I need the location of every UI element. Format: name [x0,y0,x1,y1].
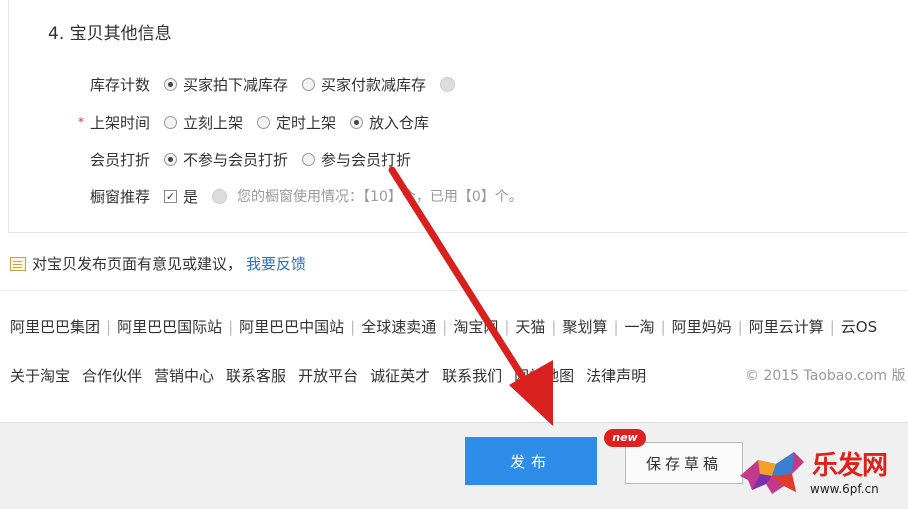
footer-group-link[interactable]: 云OS [841,318,877,336]
footer-site-link[interactable]: 网站地图 [514,367,574,385]
footer-site-link[interactable]: 联系客服 [226,367,286,385]
footer-group-link[interactable]: 阿里云计算 [749,318,824,336]
listing-time-row: * 上架时间 立刻上架 定时上架 放入仓库 [78,110,443,134]
listing-time-label: 上架时间 [90,113,151,132]
watermark-name: 乐发网 [812,451,888,481]
inventory-option-order[interactable]: 买家拍下减库存 [164,74,288,95]
footer-group-link[interactable]: 聚划算 [562,318,607,336]
radio-icon[interactable] [302,152,316,166]
radio-icon[interactable] [257,115,271,129]
footer-site-link[interactable]: 诚征英才 [370,367,430,385]
feedback-link[interactable]: 我要反馈 [246,253,306,274]
footer-group-link[interactable]: 天猫 [515,318,545,336]
link-separator: | [106,318,112,336]
help-icon[interactable] [212,188,228,204]
link-separator: | [660,318,666,336]
radio-icon[interactable] [164,115,178,129]
member-discount-row: 会员打折 不参与会员打折 参与会员打折 [90,147,425,171]
section-title: 4. 宝贝其他信息 [48,24,172,44]
inventory-option-payment[interactable]: 买家付款减库存 [302,74,426,95]
listing-option-warehouse[interactable]: 放入仓库 [350,112,429,133]
watermark-url: www.6pf.cn [810,482,879,496]
footer-divider [0,290,908,291]
link-separator: | [613,318,619,336]
link-separator: | [442,318,448,336]
radio-icon[interactable] [302,77,316,91]
footer-group-link[interactable]: 一淘 [625,318,655,336]
feedback-line: 对宝贝发布页面有意见或建议， 我要反馈 [10,253,306,274]
inventory-row: 库存计数 买家拍下减库存 买家付款减库存 [90,72,461,96]
radio-icon[interactable] [164,77,178,91]
copyright-text: © 2015 Taobao.com 版 [745,368,906,384]
help-icon[interactable] [440,76,456,92]
member-discount-label: 会员打折 [90,150,151,169]
link-separator: | [350,318,356,336]
new-badge: new [604,429,646,447]
footer-group-link[interactable]: 阿里巴巴中国站 [239,318,344,336]
listing-option-scheduled[interactable]: 定时上架 [257,112,336,133]
window-recommend-label: 橱窗推荐 [90,187,151,206]
footer-group-links: 阿里巴巴集团 | 阿里巴巴国际站 | 阿里巴巴中国站 | 全球速卖通 | 淘宝网 | 天猫 | 聚划算 |… [10,316,877,337]
save-draft-button[interactable]: 保存草稿 [625,442,743,484]
window-recommend-yes[interactable]: ✓ 是 [164,186,198,207]
required-asterisk: * [78,115,84,129]
window-usage-text: 您的橱窗使用情况：【10】个，已用【0】个。 [237,189,523,205]
member-option-no[interactable]: 不参与会员打折 [164,149,288,170]
footer-group-link[interactable]: 阿里巴巴国际站 [117,318,222,336]
footer-site-link[interactable]: 开放平台 [298,367,358,385]
edit-note-icon [10,256,26,271]
footer-group-link[interactable]: 阿里妈妈 [672,318,732,336]
bull-logo-icon [740,452,804,494]
footer-group-link[interactable]: 全球速卖通 [361,318,436,336]
inventory-label: 库存计数 [90,75,151,94]
link-separator: | [737,318,743,336]
footer-site-link[interactable]: 联系我们 [442,367,502,385]
footer-site-link[interactable]: 营销中心 [154,367,214,385]
checkbox-icon[interactable]: ✓ [164,189,178,203]
member-option-yes[interactable]: 参与会员打折 [302,149,411,170]
listing-option-now[interactable]: 立刻上架 [164,112,243,133]
radio-icon[interactable] [164,152,178,166]
footer-site-links: 关于淘宝 合作伙伴 营销中心 联系客服 开放平台 诚征英才 联系我们 网站地图 法律声明 [10,365,658,386]
footer-group-link[interactable]: 淘宝网 [453,318,498,336]
link-separator: | [829,318,835,336]
footer-site-link[interactable]: 关于淘宝 [10,367,70,385]
publish-button[interactable]: 发布 [465,437,597,485]
radio-icon[interactable] [350,115,364,129]
window-recommend-row: 橱窗推荐 ✓ 是 您的橱窗使用情况：【10】个，已用【0】个。 [90,184,523,208]
footer-group-link[interactable]: 阿里巴巴集团 [10,318,100,336]
footer-site-link[interactable]: 合作伙伴 [82,367,142,385]
footer-site-link[interactable]: 法律声明 [586,367,646,385]
link-separator: | [228,318,234,336]
link-separator: | [504,318,510,336]
link-separator: | [551,318,557,336]
